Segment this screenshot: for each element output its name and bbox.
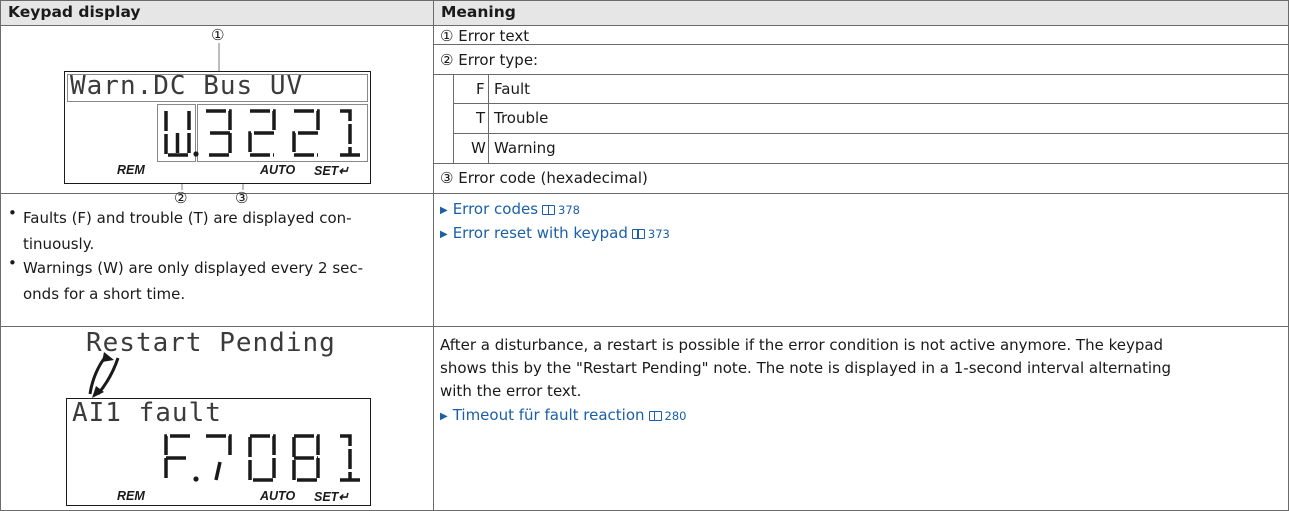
note-warnings-line1: Warnings (W) are only displayed every 2 … bbox=[23, 259, 364, 277]
marker-error-type: ② bbox=[174, 189, 188, 207]
marker-error-code: ③ bbox=[235, 189, 249, 207]
type-code-right bbox=[488, 74, 489, 163]
type-label-fault: Fault bbox=[494, 80, 530, 98]
meaning-error-code: ③ Error code (hexadecimal) bbox=[440, 169, 648, 187]
link-error-reset-label: Error reset with keypad bbox=[452, 224, 628, 242]
meaning-divider-4 bbox=[453, 133, 1289, 134]
note-bullet-2: • bbox=[8, 254, 17, 272]
legend-rem-2: REM bbox=[117, 489, 145, 503]
book-icon bbox=[648, 411, 662, 421]
note-faults-line2: tinuously. bbox=[23, 235, 95, 253]
meaning-divider-6 bbox=[433, 193, 1289, 194]
type-label-warning: Warning bbox=[494, 139, 556, 157]
book-icon bbox=[542, 205, 556, 215]
note-faults-line1: Faults (F) and trouble (T) are displayed… bbox=[23, 209, 352, 227]
lcd-error-text: Warn.DC Bus UV bbox=[70, 71, 304, 101]
restart-description-line2: shows this by the "Restart Pending" note… bbox=[440, 359, 1172, 377]
type-code-f: F bbox=[476, 80, 485, 98]
column-divider bbox=[433, 0, 434, 511]
link-timeout-fault-reaction[interactable]: ▶ Timeout für fault reaction 280 bbox=[440, 406, 686, 427]
link-arrow-icon: ▶ bbox=[440, 205, 448, 216]
legend-set: SET↵ bbox=[314, 164, 349, 178]
link-arrow-icon: ▶ bbox=[440, 411, 448, 422]
restart-description-line3: with the error text. bbox=[440, 382, 582, 400]
link-timeout-label: Timeout für fault reaction bbox=[452, 406, 645, 424]
meaning-error-text: ① Error text bbox=[440, 27, 530, 45]
lcd-seven-segment-code-1 bbox=[164, 109, 360, 157]
legend-set-2: SET↵ bbox=[314, 490, 349, 504]
restart-description-line1: After a disturbance, a restart is possib… bbox=[440, 336, 1164, 354]
meaning-divider-3 bbox=[453, 103, 1289, 104]
legend-auto-2: AUTO bbox=[260, 489, 296, 503]
meaning-error-type: ② Error type: bbox=[440, 51, 539, 69]
type-code-w: W bbox=[471, 139, 486, 157]
book-icon bbox=[631, 229, 645, 239]
link-error-codes-page: 378 bbox=[558, 203, 580, 217]
meaning-divider-1 bbox=[433, 44, 1289, 45]
alternating-arrows-icon bbox=[88, 352, 120, 398]
keypad-meaning-table: Keypad display Meaning ① Warn.DC Bus UV bbox=[0, 0, 1289, 511]
row-divider bbox=[0, 326, 1289, 327]
link-timeout-page: 280 bbox=[664, 409, 687, 423]
meaning-divider-5 bbox=[433, 163, 1289, 164]
meaning-divider-2 bbox=[433, 74, 1289, 75]
legend-auto: AUTO bbox=[260, 163, 296, 177]
note-warnings-line2: onds for a short time. bbox=[23, 285, 186, 303]
lcd-error-text-2: AI1 fault bbox=[72, 398, 222, 428]
link-error-codes-label: Error codes bbox=[452, 200, 539, 218]
link-error-reset[interactable]: ▶ Error reset with keypad 373 bbox=[440, 224, 670, 245]
link-error-reset-page: 373 bbox=[647, 227, 670, 241]
link-arrow-icon: ▶ bbox=[440, 229, 448, 240]
link-error-codes[interactable]: ▶ Error codes 378 bbox=[440, 200, 580, 221]
note-bullet-1: • bbox=[8, 204, 17, 222]
type-code-t: T bbox=[476, 109, 486, 127]
lcd-seven-segment-code-2 bbox=[164, 434, 360, 482]
header-meaning: Meaning bbox=[434, 0, 1288, 25]
type-code-left bbox=[453, 74, 454, 163]
type-label-trouble: Trouble bbox=[494, 109, 549, 127]
legend-rem: REM bbox=[117, 163, 145, 177]
